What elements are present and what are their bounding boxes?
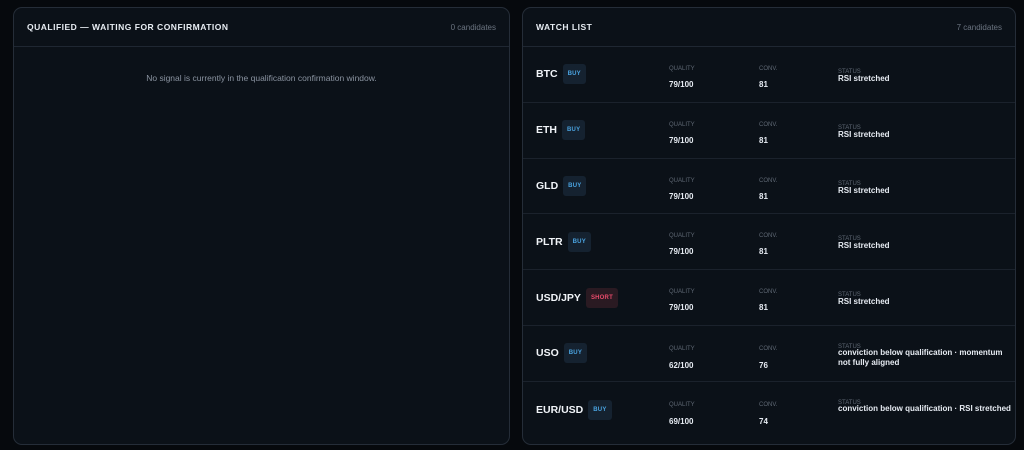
quality-label: QUALITY (669, 289, 695, 296)
asset-cell: USO BUY (536, 326, 588, 381)
quality-value: 79/100 (669, 135, 694, 145)
asset-cell: USD/JPY SHORT (536, 270, 618, 325)
conviction-value: 81 (759, 80, 768, 89)
side-badge: BUY (563, 343, 588, 364)
quality-value: 79/100 (669, 247, 694, 257)
watchlist-row[interactable]: USO BUY QUALITY 62/100 CONV. 76 STATUS c… (523, 326, 1015, 382)
quality-value: 79/100 (669, 191, 694, 201)
watchlist-panel-title: WATCH LIST (536, 22, 593, 32)
conviction-value: 81 (759, 191, 768, 201)
status-value: RSI stretched (838, 74, 890, 83)
conviction-value: 81 (759, 303, 768, 313)
quality-value: 79/100 (669, 303, 694, 313)
status-value: conviction below qualification · RSI str… (838, 403, 1011, 413)
asset-ticker: PLTR (536, 235, 563, 248)
quality-value: 69/100 (669, 416, 694, 426)
conviction-value: 81 (759, 135, 768, 145)
conviction-label: CONV. (759, 401, 778, 408)
watchlist-row[interactable]: USD/JPY SHORT QUALITY 79/100 CONV. 81 ST… (523, 270, 1015, 326)
quality-value: 79/100 (669, 80, 694, 89)
watchlist-row[interactable]: ETH BUY QUALITY 79/100 CONV. 81 STATUS R… (523, 103, 1015, 159)
asset-ticker: GLD (536, 179, 559, 192)
asset-ticker: USO (536, 347, 559, 360)
watchlist-row[interactable]: PLTR BUY QUALITY 79/100 CONV. 81 STATUS … (523, 214, 1015, 271)
qualified-panel-title: QUALIFIED — WAITING FOR CONFIRMATION (27, 22, 229, 32)
status-value: conviction below qualification · momentu… (838, 347, 1003, 368)
quality-label: QUALITY (669, 401, 695, 408)
asset-cell: ETH BUY (536, 103, 586, 158)
quality-value: 62/100 (669, 360, 694, 370)
asset-ticker: ETH (536, 124, 557, 137)
status-value: RSI stretched (838, 185, 890, 195)
asset-cell: PLTR BUY (536, 214, 591, 269)
conviction-label: CONV. (759, 177, 778, 184)
conviction-label: CONV. (759, 289, 778, 296)
conviction-value: 76 (759, 360, 768, 370)
qualified-panel: QUALIFIED — WAITING FOR CONFIRMATION 0 c… (13, 7, 510, 445)
watchlist-panel-header: WATCH LIST 7 candidates (523, 8, 1015, 47)
qualified-empty-message: No signal is currently in the qualificat… (146, 73, 377, 83)
side-badge: SHORT (585, 287, 618, 308)
watchlist-rows: BTC BUY QUALITY 79/100 CONV. 81 STATUS R… (523, 47, 1015, 438)
quality-label: QUALITY (669, 66, 695, 72)
asset-ticker: USD/JPY (536, 291, 581, 304)
qualified-panel-header: QUALIFIED — WAITING FOR CONFIRMATION 0 c… (14, 8, 509, 47)
conviction-value: 81 (759, 247, 768, 257)
asset-cell: BTC BUY (536, 47, 586, 102)
watchlist-panel: WATCH LIST 7 candidates BTC BUY QUALITY … (522, 7, 1016, 445)
side-badge: BUY (567, 231, 591, 252)
asset-ticker: BTC (536, 68, 558, 81)
side-badge: BUY (562, 64, 586, 85)
quality-label: QUALITY (669, 233, 695, 240)
asset-ticker: EUR/USD (536, 403, 584, 416)
conviction-label: CONV. (759, 345, 778, 352)
conviction-label: CONV. (759, 66, 778, 72)
asset-cell: GLD BUY (536, 159, 587, 214)
side-badge: BUY (588, 399, 612, 420)
watchlist-candidate-count: 7 candidates (956, 22, 1002, 32)
side-badge: BUY (563, 175, 587, 196)
quality-label: QUALITY (669, 345, 695, 352)
asset-cell: EUR/USD BUY (536, 382, 612, 438)
status-value: RSI stretched (838, 241, 890, 251)
status-value: RSI stretched (838, 129, 890, 139)
watchlist-row[interactable]: BTC BUY QUALITY 79/100 CONV. 81 STATUS R… (523, 47, 1015, 103)
quality-label: QUALITY (669, 177, 695, 184)
conviction-value: 74 (759, 416, 768, 426)
qualified-candidate-count: 0 candidates (450, 22, 496, 32)
watchlist-row[interactable]: GLD BUY QUALITY 79/100 CONV. 81 STATUS R… (523, 159, 1015, 215)
conviction-label: CONV. (759, 233, 778, 240)
side-badge: BUY (562, 120, 586, 141)
conviction-label: CONV. (759, 121, 778, 128)
status-value: RSI stretched (838, 297, 890, 307)
watchlist-row[interactable]: EUR/USD BUY QUALITY 69/100 CONV. 74 STAT… (523, 382, 1015, 438)
quality-label: QUALITY (669, 121, 695, 128)
